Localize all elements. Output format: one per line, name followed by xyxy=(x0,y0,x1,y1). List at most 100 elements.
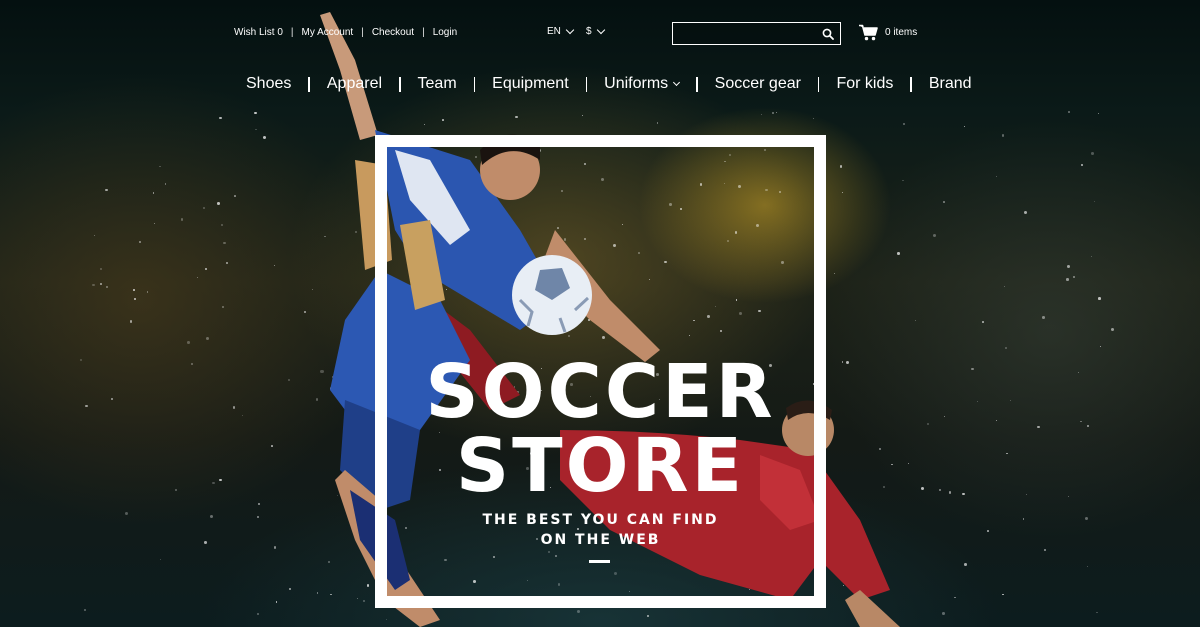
sparkle xyxy=(320,369,324,373)
nav-divider xyxy=(585,76,588,92)
sparkle xyxy=(1043,548,1047,552)
nav-item-uniforms[interactable]: Uniforms xyxy=(604,75,681,93)
nav-item-soccer-gear[interactable]: Soccer gear xyxy=(715,75,801,93)
nav-item-apparel[interactable]: Apparel xyxy=(327,75,382,93)
checkout-link[interactable]: Checkout xyxy=(372,27,414,38)
sparkle xyxy=(273,265,275,267)
my-account-link[interactable]: My Account xyxy=(302,27,354,38)
hero-title-line2: STORE xyxy=(455,423,746,509)
sparkle xyxy=(581,114,583,117)
sparkle xyxy=(1086,565,1089,568)
nav-item-brand[interactable]: Brand xyxy=(929,75,972,93)
separator: | xyxy=(422,27,425,38)
sparkle xyxy=(274,546,277,549)
nav-label: Team xyxy=(417,75,457,92)
nav-divider xyxy=(399,76,401,92)
sparkle xyxy=(386,619,388,621)
sparkle xyxy=(987,530,990,532)
sparkle xyxy=(976,400,979,403)
sparkle xyxy=(515,115,518,119)
hero-subtitle-line2: ON THE WEB xyxy=(540,532,661,548)
sparkle xyxy=(1037,425,1040,429)
sparkle xyxy=(197,277,199,279)
sparkle xyxy=(964,563,968,567)
sparkle xyxy=(963,125,965,127)
sparkle xyxy=(943,201,946,203)
currency-selector[interactable]: $ xyxy=(586,25,605,37)
sparkle xyxy=(367,289,369,292)
language-selector[interactable]: EN xyxy=(547,25,575,37)
nav-label: Soccer gear xyxy=(714,75,801,92)
sparkle xyxy=(1001,134,1005,137)
sparkle xyxy=(1005,347,1007,349)
sparkle xyxy=(1098,297,1101,300)
sparkle xyxy=(92,283,95,286)
nav-item-for-kids[interactable]: For kids xyxy=(836,75,893,93)
sparkle xyxy=(897,252,900,255)
sparkle xyxy=(1091,152,1095,156)
sparkle xyxy=(210,514,214,518)
search-input[interactable] xyxy=(677,25,819,44)
sparkle xyxy=(921,487,925,491)
sparkle xyxy=(367,408,369,410)
nav-divider xyxy=(473,76,476,92)
sparkle xyxy=(257,612,260,615)
nav-divider xyxy=(910,76,912,92)
sparkle xyxy=(337,356,339,358)
sparkle xyxy=(771,111,774,114)
sparkle xyxy=(221,305,225,309)
login-link[interactable]: Login xyxy=(433,27,457,38)
sparkle xyxy=(203,206,205,209)
sparkle xyxy=(646,614,650,618)
main-nav: Shoes Apparel Team Equipment Uniforms So… xyxy=(246,73,972,95)
sparkle xyxy=(288,379,290,381)
sparkle xyxy=(316,591,319,594)
separator: | xyxy=(361,27,364,38)
sparkle xyxy=(1006,452,1009,455)
sparkle xyxy=(1041,315,1045,319)
nav-label: Equipment xyxy=(492,75,569,92)
sparkle xyxy=(336,494,338,496)
nav-item-team[interactable]: Team xyxy=(418,75,457,93)
sparkle xyxy=(100,268,103,271)
sparkle xyxy=(1100,345,1102,347)
nav-item-shoes[interactable]: Shoes xyxy=(246,75,291,93)
sparkle xyxy=(180,218,184,222)
sparkle xyxy=(1002,593,1005,596)
sparkle xyxy=(423,124,425,126)
sparkle xyxy=(845,360,849,364)
sparkle xyxy=(253,111,257,115)
sparkle xyxy=(839,165,843,169)
sparkle xyxy=(882,485,886,489)
search-box xyxy=(672,22,841,45)
sparkle xyxy=(944,416,946,418)
sparkle xyxy=(907,463,909,465)
sparkle xyxy=(330,593,332,596)
sparkle xyxy=(1068,495,1070,497)
sparkle xyxy=(833,273,835,275)
sparkle xyxy=(362,599,365,602)
sparkle xyxy=(1068,110,1070,113)
sparkle xyxy=(94,235,96,237)
nav-item-equipment[interactable]: Equipment xyxy=(492,75,569,93)
sparkle xyxy=(1066,278,1069,281)
sparkle xyxy=(1080,420,1082,423)
sparkle xyxy=(932,234,936,238)
sparkle xyxy=(205,336,209,340)
sparkle xyxy=(330,387,333,390)
sparkle xyxy=(289,587,292,591)
wishlist-link[interactable]: Wish List 0 xyxy=(234,27,283,38)
sparkle xyxy=(212,481,216,485)
sparkle xyxy=(363,202,367,205)
sparkle xyxy=(255,129,257,131)
sparkle xyxy=(129,320,133,323)
sparkle xyxy=(941,612,945,615)
chevron-down-icon xyxy=(596,25,605,35)
sparkle xyxy=(83,609,87,612)
cart-icon xyxy=(859,24,878,41)
sparkle xyxy=(139,241,142,244)
cart-button[interactable]: 0 items xyxy=(859,24,917,41)
search-icon[interactable] xyxy=(822,28,834,40)
sparkle xyxy=(225,261,229,264)
sparkle xyxy=(223,241,226,245)
